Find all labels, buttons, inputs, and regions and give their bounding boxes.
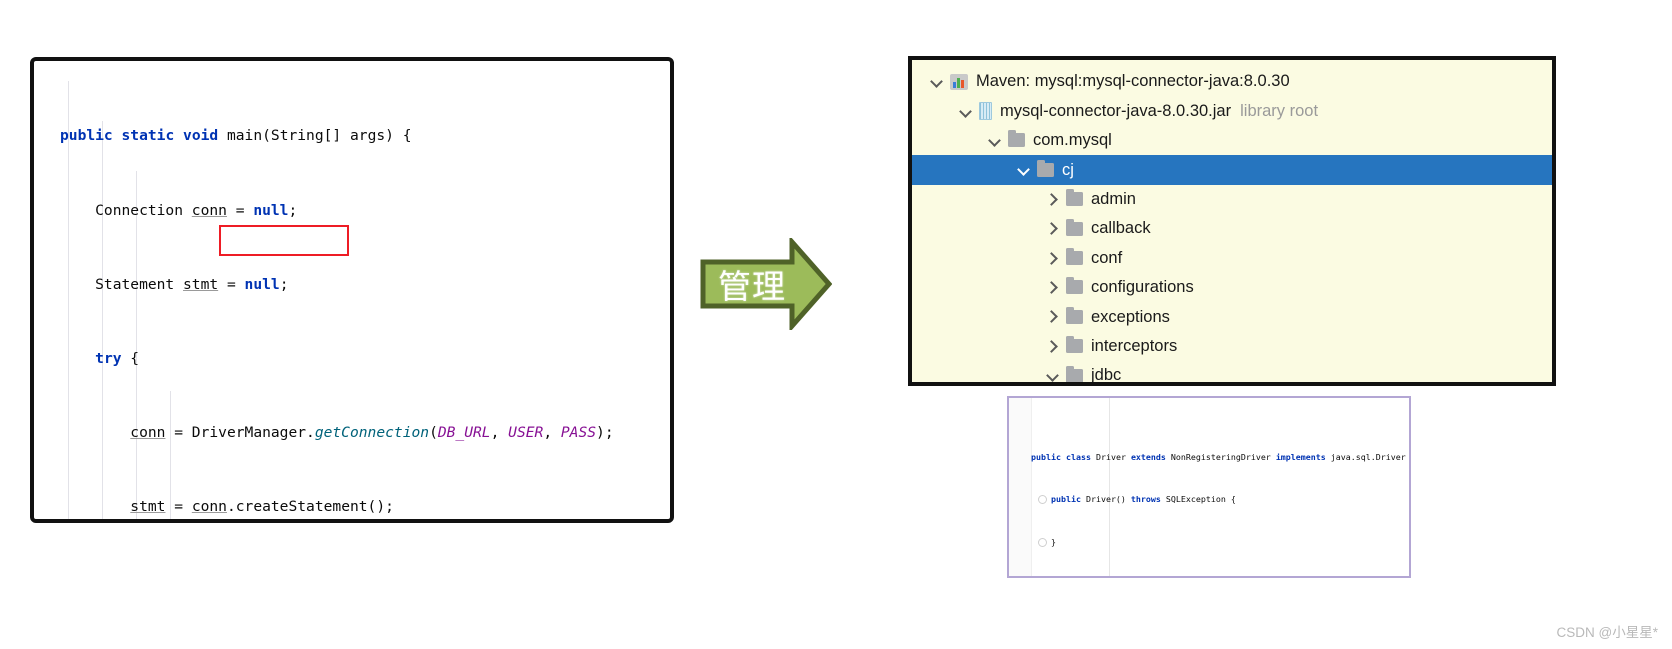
code-line: public Driver() throws SQLException { (1031, 492, 1409, 506)
tree-row-label: interceptors (1091, 336, 1178, 355)
chevron-right-icon[interactable] (1046, 310, 1059, 323)
maven-icon (950, 73, 968, 90)
tree-row-label: exceptions (1091, 307, 1170, 326)
code-line: stmt = conn.createStatement(); (130, 497, 394, 515)
chevron-down-icon[interactable] (959, 105, 972, 118)
tree-row-label: Maven: mysql:mysql-connector-java:8.0.30 (976, 72, 1290, 91)
indent-guide (1109, 398, 1110, 576)
java-code-panel: public static void main(String[] args) {… (30, 57, 674, 523)
tree-row-label: conf (1091, 248, 1123, 267)
code-lines: public static void main(String[] args) {… (34, 61, 670, 519)
tree-row-label: configurations (1091, 278, 1194, 297)
folder-icon (1066, 189, 1083, 207)
chevron-right-icon[interactable] (1046, 222, 1059, 235)
chevron-right-icon[interactable] (1046, 281, 1059, 294)
folder-icon (1066, 277, 1083, 295)
tree-row-interceptors[interactable]: interceptors (912, 332, 1552, 361)
chevron-down-icon[interactable] (1046, 369, 1059, 382)
chevron-down-icon[interactable] (988, 134, 1001, 147)
tree-row-exceptions[interactable]: exceptions (912, 302, 1552, 331)
folder-icon (1066, 248, 1083, 266)
code-line: try { (95, 349, 140, 367)
code-line: Connection conn = null; (60, 201, 298, 219)
code-line: public class Driver extends NonRegisteri… (1031, 451, 1411, 462)
chevron-right-icon[interactable] (1046, 252, 1059, 265)
tree-row-admin[interactable]: admin (912, 185, 1552, 214)
driver-class-source-panel: public class Driver extends NonRegisteri… (1007, 396, 1411, 578)
code-line: conn = DriverManager.getConnection(DB_UR… (130, 423, 614, 441)
chevron-down-icon[interactable] (930, 75, 943, 88)
tree-row-conf[interactable]: conf (912, 243, 1552, 272)
editor-gutter (1009, 398, 1032, 576)
maven-dependency-tree[interactable]: Maven: mysql:mysql-connector-java:8.0.30… (908, 56, 1556, 386)
tree-row-cj[interactable]: cj (912, 155, 1552, 185)
chevron-right-icon[interactable] (1046, 340, 1059, 353)
folder-icon (1066, 306, 1083, 324)
tree-rows: Maven: mysql:mysql-connector-java:8.0.30… (912, 67, 1552, 385)
chevron-right-icon[interactable] (1046, 193, 1059, 206)
drivermanager-highlight-box (219, 225, 349, 256)
tree-row-callback[interactable]: callback (912, 214, 1552, 243)
tree-row-label: admin (1091, 190, 1136, 208)
driver-code-lines: public class Driver extends NonRegisteri… (1031, 398, 1411, 578)
folder-icon (1066, 336, 1083, 354)
tree-row-label: mysql-connector-java-8.0.30.jar (1000, 101, 1232, 120)
jar-icon (979, 102, 992, 121)
watermark: CSDN @小星星* (1556, 625, 1658, 640)
tree-row-label: jdbc (1091, 366, 1122, 385)
code-line: Statement stmt = null; (60, 275, 289, 293)
chevron-down-icon[interactable] (1017, 163, 1030, 176)
folder-icon (1066, 365, 1083, 382)
tree-row-mysql-connector-java-8-0-30-jar[interactable]: mysql-connector-java-8.0.30.jar library r… (912, 96, 1552, 125)
tree-row-sublabel: library root (1240, 101, 1319, 120)
tree-row-maven-mysql-mysql-connector-java-8-0-30[interactable]: Maven: mysql:mysql-connector-java:8.0.30 (912, 67, 1552, 96)
management-arrow: 管理 (700, 238, 832, 330)
tree-row-com-mysql[interactable]: com.mysql (912, 126, 1552, 155)
tree-row-label: callback (1091, 219, 1151, 238)
arrow-label: 管理 (718, 267, 786, 306)
tree-row-label: cj (1062, 160, 1074, 179)
folder-icon (1008, 130, 1025, 148)
folder-icon (1037, 159, 1054, 177)
code-line: public static void main(String[] args) { (60, 127, 412, 145)
tree-row-configurations[interactable]: configurations (912, 273, 1552, 302)
tree-row-jdbc[interactable]: jdbc (912, 361, 1552, 385)
code-line: } (1031, 536, 1056, 547)
folder-icon (1066, 218, 1083, 236)
tree-row-label: com.mysql (1033, 131, 1112, 150)
